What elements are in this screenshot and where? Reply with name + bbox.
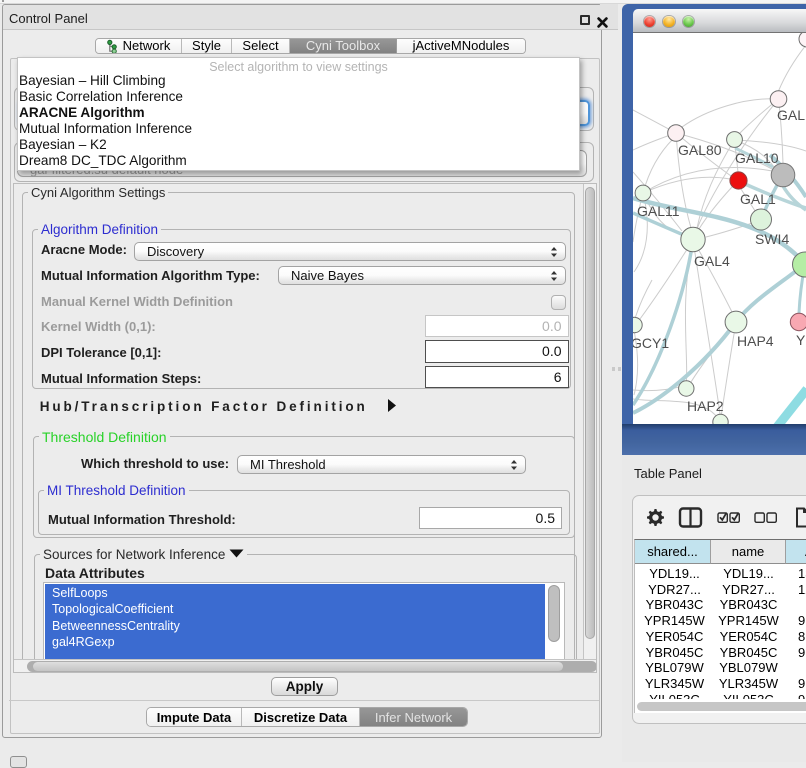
svg-text:GAL80: GAL80: [678, 142, 722, 158]
svg-text:GAL4: GAL4: [694, 253, 730, 269]
svg-text:Y: Y: [796, 332, 806, 348]
svg-text:GAL1: GAL1: [740, 191, 776, 207]
svg-text:GAL11: GAL11: [637, 203, 680, 219]
svg-text:HAP2: HAP2: [687, 398, 724, 414]
svg-text:GAL10: GAL10: [735, 150, 779, 166]
svg-text:HAP4: HAP4: [737, 333, 774, 349]
svg-text:GCY1: GCY1: [633, 335, 669, 351]
svg-text:SWI4: SWI4: [755, 231, 789, 247]
svg-text:GAL: GAL: [777, 107, 805, 123]
